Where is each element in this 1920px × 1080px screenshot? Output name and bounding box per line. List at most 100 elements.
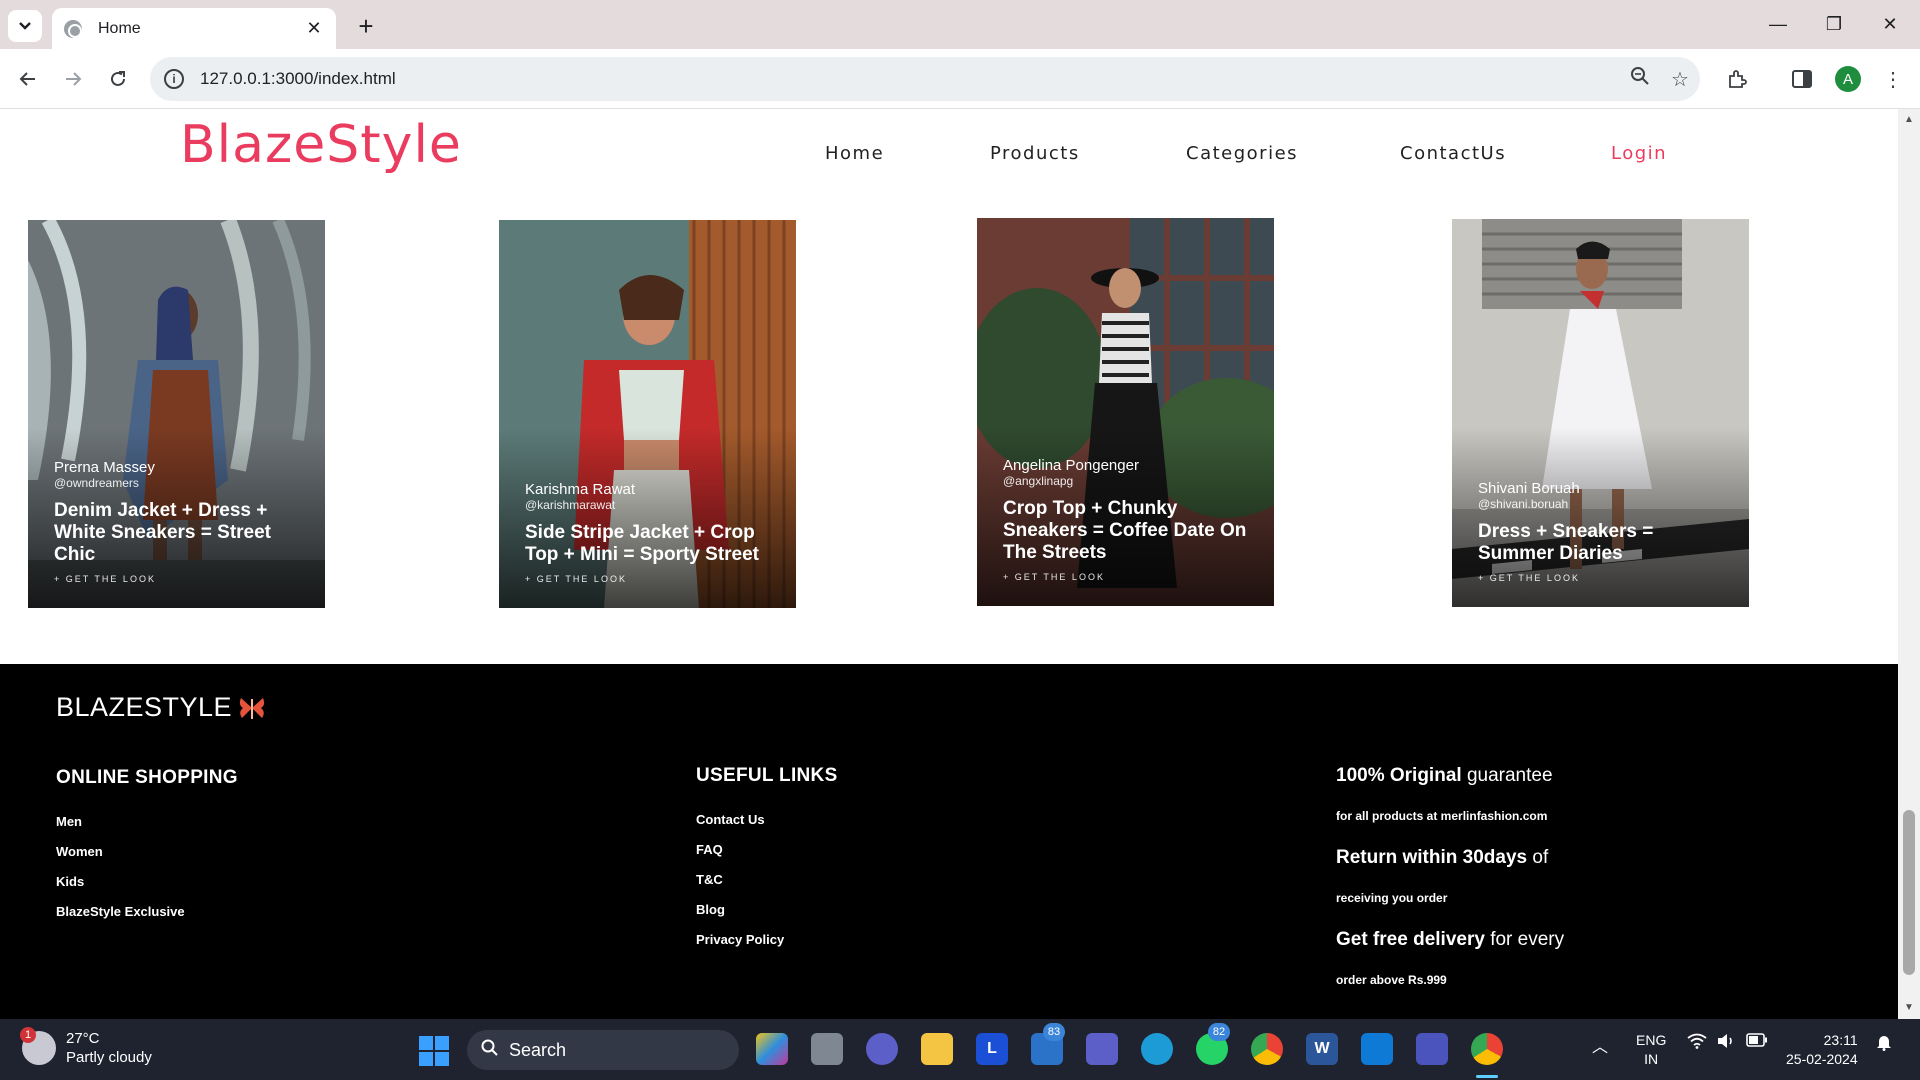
chevron-down-icon (19, 22, 31, 30)
battery-icon[interactable] (1746, 1033, 1768, 1052)
notification-bell-icon[interactable] (1876, 1033, 1892, 1056)
footer-link-tnc[interactable]: T&C (696, 872, 723, 887)
meet-icon[interactable] (866, 1033, 898, 1065)
lang-bottom: IN (1644, 1051, 1659, 1067)
copilot-icon[interactable] (756, 1033, 788, 1065)
footer-link-blog[interactable]: Blog (696, 902, 725, 917)
wifi-icon[interactable] (1687, 1033, 1707, 1054)
scroll-up-arrow-icon[interactable]: ▲ (1898, 111, 1920, 129)
scrollbar-thumb[interactable] (1903, 810, 1915, 975)
weather-temp: 27°C (66, 1030, 100, 1047)
bookmark-star-icon[interactable]: ☆ (1660, 67, 1700, 92)
close-icon[interactable]: ✕ (304, 18, 324, 39)
look-caption: Shivani Boruah @shivani.boruah Dress + S… (1478, 480, 1731, 583)
restore-button[interactable]: ❐ (1806, 0, 1862, 49)
look-title: Side Stripe Jacket + Crop Top + Mini = S… (525, 522, 760, 565)
arrow-right-icon (66, 72, 82, 86)
look-title: Crop Top + Chunky Sneakers = Coffee Date… (1003, 498, 1247, 563)
weather-text: 27°C Partly cloudy (66, 1029, 152, 1067)
weather-widget[interactable]: 1 27°C Partly cloudy (20, 1027, 152, 1067)
look-handle: @owndreamers (54, 476, 139, 490)
promise-return: Return within 30days of (1336, 847, 1549, 868)
url-text[interactable]: 127.0.0.1:3000/index.html (200, 69, 1620, 89)
look-card[interactable]: Karishma Rawat @karishmarawat Side Strip… (499, 220, 796, 608)
address-bar[interactable]: i 127.0.0.1:3000/index.html ☆ (150, 57, 1700, 101)
scroll-down-arrow-icon[interactable]: ▼ (1898, 999, 1920, 1017)
look-card[interactable]: Prerna Massey @owndreamers Denim Jacket … (28, 220, 325, 608)
look-card[interactable]: Shivani Boruah @shivani.boruah Dress + S… (1452, 219, 1749, 607)
nav-home[interactable]: Home (825, 143, 884, 164)
minimize-button[interactable]: — (1750, 0, 1806, 49)
language-indicator[interactable]: ENG IN (1636, 1031, 1666, 1069)
close-window-button[interactable]: ✕ (1862, 0, 1918, 49)
footer-link-contact[interactable]: Contact Us (696, 812, 765, 827)
site-info-icon[interactable]: i (164, 69, 184, 89)
site-logo[interactable]: BlazeStyle (180, 115, 462, 175)
reload-button[interactable] (100, 61, 136, 97)
butterfly-icon (239, 697, 265, 719)
online-shopping-heading: ONLINE SHOPPING (56, 767, 238, 788)
get-the-look-link[interactable]: + GET THE LOOK (1478, 573, 1731, 583)
vscode-icon[interactable] (1361, 1033, 1393, 1065)
side-panel-icon[interactable] (1786, 63, 1818, 95)
nav-products[interactable]: Products (990, 143, 1080, 164)
new-tab-button[interactable]: + (350, 10, 382, 42)
look-caption: Karishma Rawat @karishmarawat Side Strip… (525, 481, 778, 584)
windows-start-icon[interactable] (419, 1036, 449, 1066)
page-viewport: BlazeStyle Home Products Categories Cont… (0, 109, 1898, 1019)
l-app-icon[interactable]: L (976, 1033, 1008, 1065)
edge-icon[interactable] (1141, 1033, 1173, 1065)
file-explorer-icon[interactable] (921, 1033, 953, 1065)
footer-link-women[interactable]: Women (56, 844, 103, 859)
zoom-icon[interactable] (1620, 66, 1660, 92)
lang-top: ENG (1636, 1032, 1667, 1048)
tab-search-button[interactable] (8, 10, 42, 42)
promise-delivery: Get free delivery for every (1336, 929, 1565, 950)
footer-link-kids[interactable]: Kids (56, 874, 84, 889)
site-footer: BLAZESTYLE ONLINE SHOPPING Men Women Kid… (0, 664, 1898, 1019)
look-author: Angelina Pongenger (1003, 457, 1139, 474)
nav-login[interactable]: Login (1611, 143, 1667, 164)
promise-original: 100% Original guarantee (1336, 765, 1553, 786)
word-icon[interactable]: W (1306, 1033, 1338, 1065)
back-button[interactable] (10, 61, 46, 97)
globe-icon (64, 19, 82, 38)
footer-link-exclusive[interactable]: BlazeStyle Exclusive (56, 904, 185, 919)
weather-desc: Partly cloudy (66, 1049, 152, 1066)
promise-return-sub: receiving you order (1336, 891, 1448, 905)
chrome-icon[interactable] (1251, 1033, 1283, 1065)
footer-link-faq[interactable]: FAQ (696, 842, 723, 857)
clock-date: 25-02-2024 (1786, 1051, 1858, 1067)
menu-kebab-icon[interactable]: ⋮ (1877, 63, 1909, 95)
look-handle: @angxlinapg (1003, 474, 1074, 488)
system-clock[interactable]: 23:11 25-02-2024 (1786, 1031, 1858, 1069)
footer-logo[interactable]: BLAZESTYLE (56, 692, 266, 723)
look-caption: Prerna Massey @owndreamers Denim Jacket … (54, 459, 307, 584)
forward-button[interactable] (55, 61, 91, 97)
tray-overflow-icon[interactable]: ︿ (1592, 1033, 1608, 1057)
cloud-sun-icon: 1 (20, 1027, 56, 1065)
profile-avatar[interactable]: A (1835, 66, 1861, 92)
tab-home[interactable]: Home ✕ (52, 8, 336, 49)
volume-icon[interactable] (1716, 1033, 1736, 1054)
tab-title: Home (98, 19, 141, 37)
teams-icon[interactable] (1086, 1033, 1118, 1065)
clock-time: 23:11 (1823, 1032, 1858, 1048)
nav-contactus[interactable]: ContactUs (1400, 143, 1506, 164)
extensions-icon[interactable] (1721, 63, 1753, 95)
get-the-look-link[interactable]: + GET THE LOOK (525, 574, 778, 584)
footer-link-men[interactable]: Men (56, 814, 82, 829)
task-view-icon[interactable] (811, 1033, 843, 1065)
chrome-active-icon[interactable] (1471, 1033, 1503, 1065)
look-handle: @shivani.boruah (1478, 497, 1569, 511)
mail-badge: 83 (1043, 1023, 1065, 1041)
get-the-look-link[interactable]: + GET THE LOOK (1003, 572, 1256, 582)
look-card[interactable]: Angelina Pongenger @angxlinapg Crop Top … (977, 218, 1274, 606)
get-the-look-link[interactable]: + GET THE LOOK (54, 574, 307, 584)
teams-new-icon[interactable] (1416, 1033, 1448, 1065)
useful-links-heading: USEFUL LINKS (696, 765, 838, 786)
look-caption: Angelina Pongenger @angxlinapg Crop Top … (1003, 457, 1256, 582)
nav-categories[interactable]: Categories (1186, 143, 1298, 164)
footer-link-privacy[interactable]: Privacy Policy (696, 932, 784, 947)
taskbar-search[interactable]: Search (467, 1030, 739, 1070)
